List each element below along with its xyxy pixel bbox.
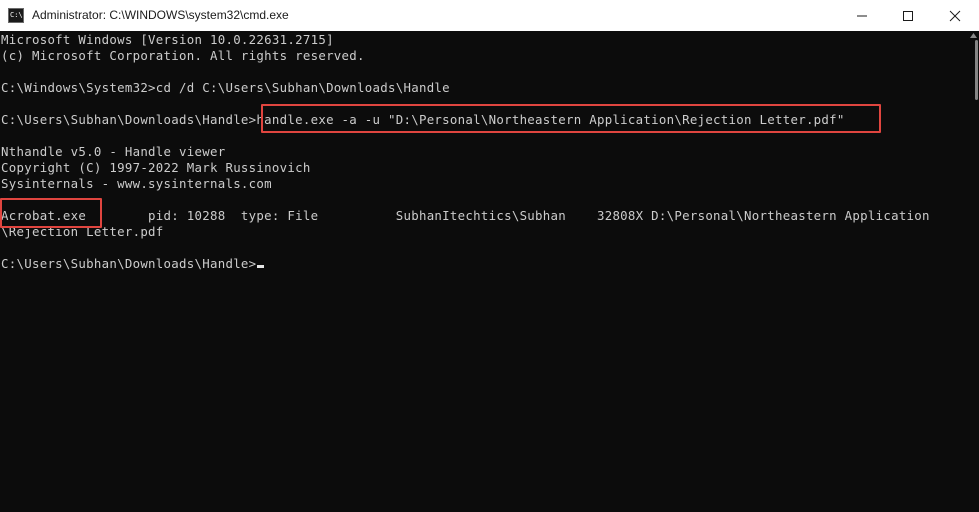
console-line: Copyright (C) 1997-2022 Mark Russinovich xyxy=(1,160,311,175)
console-output[interactable]: Microsoft Windows [Version 10.0.22631.27… xyxy=(0,31,966,512)
console-line: \Rejection Letter.pdf xyxy=(1,224,164,239)
console-line: Nthandle v5.0 - Handle viewer xyxy=(1,144,226,159)
console-line: C:\Users\Subhan\Downloads\Handle>handle.… xyxy=(1,112,845,127)
scroll-thumb[interactable] xyxy=(975,40,978,100)
minimize-button[interactable] xyxy=(839,0,885,31)
cmd-icon: C:\. xyxy=(8,8,24,23)
maximize-button[interactable] xyxy=(885,0,931,31)
minimize-icon xyxy=(857,15,867,16)
maximize-icon xyxy=(903,10,913,21)
window-title: Administrator: C:\WINDOWS\system32\cmd.e… xyxy=(32,8,289,22)
console-line: (c) Microsoft Corporation. All rights re… xyxy=(1,48,365,63)
vertical-scrollbar[interactable] xyxy=(966,31,979,512)
console-line: C:\Windows\System32>cd /d C:\Users\Subha… xyxy=(1,80,450,95)
console-line: Microsoft Windows [Version 10.0.22631.27… xyxy=(1,32,334,47)
title-bar[interactable]: C:\. Administrator: C:\WINDOWS\system32\… xyxy=(0,0,979,31)
scroll-up-icon[interactable] xyxy=(970,33,977,38)
console-prompt: C:\Users\Subhan\Downloads\Handle> xyxy=(1,256,257,271)
console-prompt-line: C:\Users\Subhan\Downloads\Handle> xyxy=(1,256,265,272)
close-button[interactable] xyxy=(931,0,979,31)
close-icon xyxy=(949,10,961,21)
console-line: Acrobat.exe pid: 10288 type: File Subhan… xyxy=(1,208,930,223)
text-cursor xyxy=(257,265,265,268)
console-line: Sysinternals - www.sysinternals.com xyxy=(1,176,272,191)
